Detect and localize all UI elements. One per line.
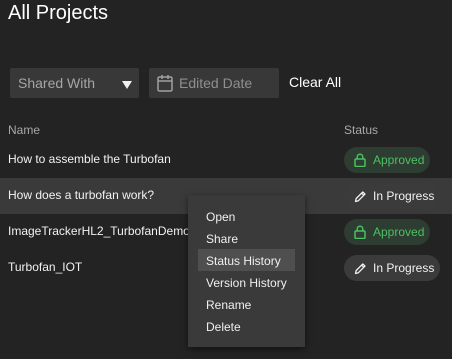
status-badge: In Progress [344,255,440,281]
menu-item-share[interactable]: Share [198,227,295,249]
lock-icon [354,225,366,240]
triangle-down-icon [121,77,133,95]
status-badge: Approved [344,219,430,245]
edited-date-filter[interactable]: Edited Date [149,68,279,98]
page-title: All Projects [8,2,109,24]
table-row[interactable]: How to assemble the Turbofan Approved [0,142,452,178]
pencil-icon [354,189,366,203]
project-name: Turbofan_IOT [8,260,83,274]
column-header-name[interactable]: Name [8,123,40,137]
clear-all-button[interactable]: Clear All [289,74,341,90]
menu-item-status-history[interactable]: Status History [198,249,295,271]
edited-date-label: Edited Date [179,75,253,91]
status-label: Approved [373,225,425,239]
status-label: In Progress [373,261,435,275]
menu-item-open[interactable]: Open [198,205,295,227]
pencil-icon [354,261,366,275]
menu-item-rename[interactable]: Rename [198,293,295,315]
calendar-icon [157,74,173,97]
column-header-status[interactable]: Status [344,123,378,137]
shared-with-label: Shared With [18,75,96,91]
status-badge: Approved [344,147,430,173]
status-badge: In Progress [344,183,440,209]
project-name: How to assemble the Turbofan [8,152,171,166]
menu-item-version-history[interactable]: Version History [198,271,295,293]
project-name: How does a turbofan work? [8,188,155,202]
menu-item-delete[interactable]: Delete [198,315,295,337]
project-name: ImageTrackerHL2_TurbofanDemo [8,224,190,238]
status-label: Approved [373,153,425,167]
lock-icon [354,153,366,168]
shared-with-dropdown[interactable]: Shared With [10,68,139,98]
context-menu: Open Share Status History Version Histor… [188,195,305,347]
status-label: In Progress [373,189,435,203]
